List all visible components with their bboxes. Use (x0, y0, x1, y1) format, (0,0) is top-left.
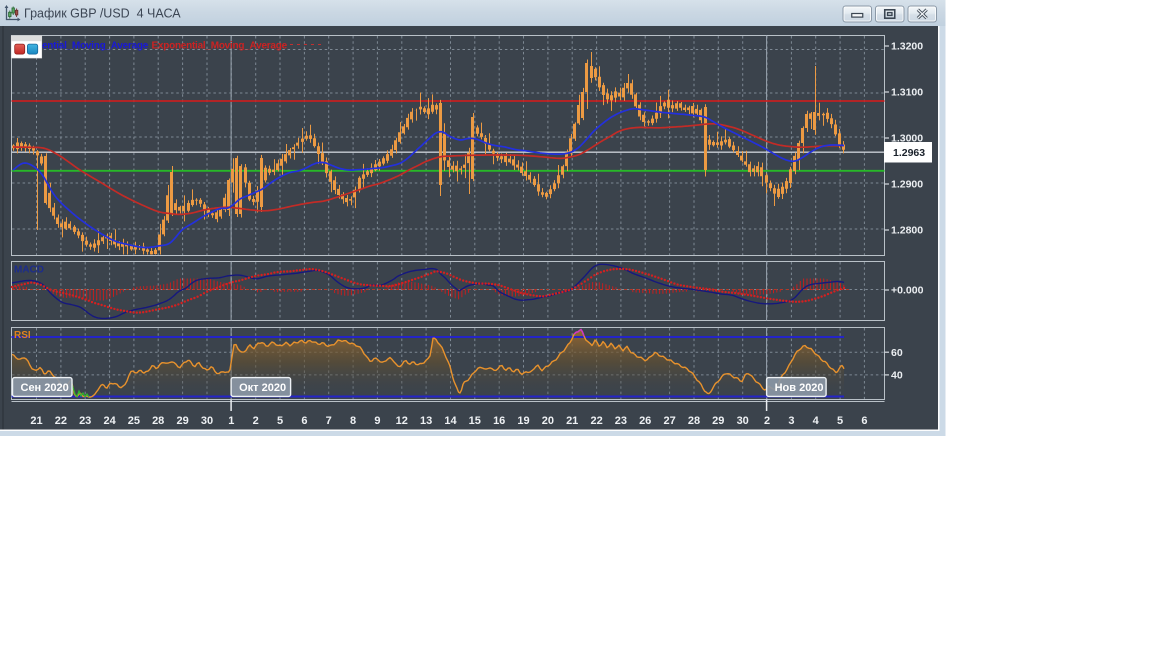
svg-text:5: 5 (837, 415, 843, 427)
svg-text:Окт 2020: Окт 2020 (239, 382, 286, 394)
svg-text:2: 2 (253, 415, 259, 427)
svg-text:9: 9 (374, 415, 380, 427)
svg-text:1.2800: 1.2800 (891, 225, 923, 237)
svg-text:7: 7 (326, 415, 332, 427)
svg-text:Exponential_Moving_Average: Exponential_Moving_Average (152, 40, 288, 51)
svg-text:1.2900: 1.2900 (891, 179, 923, 191)
svg-text:16: 16 (493, 415, 505, 427)
svg-text:Сен 2020: Сен 2020 (21, 382, 69, 394)
svg-text:29: 29 (176, 415, 188, 427)
svg-text:22: 22 (590, 415, 602, 427)
svg-text:1.2963: 1.2963 (893, 147, 925, 159)
svg-text:30: 30 (737, 415, 749, 427)
svg-text:2: 2 (764, 415, 770, 427)
svg-text:19: 19 (517, 415, 529, 427)
svg-text:6: 6 (861, 415, 867, 427)
svg-text:23: 23 (79, 415, 91, 427)
svg-text:20: 20 (542, 415, 554, 427)
svg-text:60: 60 (891, 347, 903, 359)
svg-text:1.3100: 1.3100 (891, 87, 923, 99)
svg-text:40: 40 (891, 370, 903, 382)
svg-text:23: 23 (615, 415, 627, 427)
svg-text:28: 28 (688, 415, 700, 427)
svg-text:ential_Moving_Average: ential_Moving_Average (42, 40, 149, 51)
svg-text:25: 25 (128, 415, 140, 427)
svg-text:12: 12 (396, 415, 408, 427)
svg-text:14: 14 (444, 415, 457, 427)
svg-text:MACD: MACD (14, 265, 44, 276)
svg-text:6: 6 (301, 415, 307, 427)
svg-text:30: 30 (201, 415, 213, 427)
svg-text:Нов 2020: Нов 2020 (775, 382, 824, 394)
svg-text:1: 1 (228, 415, 234, 427)
svg-text:5: 5 (277, 415, 283, 427)
svg-text:3: 3 (788, 415, 794, 427)
svg-text:1.3200: 1.3200 (891, 41, 923, 53)
svg-text:22: 22 (55, 415, 67, 427)
svg-text:24: 24 (103, 415, 116, 427)
svg-text:27: 27 (663, 415, 675, 427)
svg-text:13: 13 (420, 415, 432, 427)
svg-text:RSI: RSI (14, 330, 31, 341)
svg-text:4: 4 (813, 415, 820, 427)
svg-text:29: 29 (712, 415, 724, 427)
svg-text:15: 15 (469, 415, 481, 427)
svg-text:+0.000: +0.000 (891, 285, 924, 297)
svg-text:28: 28 (152, 415, 164, 427)
svg-text:21: 21 (566, 415, 578, 427)
svg-text:26: 26 (639, 415, 651, 427)
svg-text:8: 8 (350, 415, 356, 427)
svg-text:График GBP /USD 4 ЧАСА: График GBP /USD 4 ЧАСА (24, 7, 181, 21)
svg-text:21: 21 (30, 415, 42, 427)
